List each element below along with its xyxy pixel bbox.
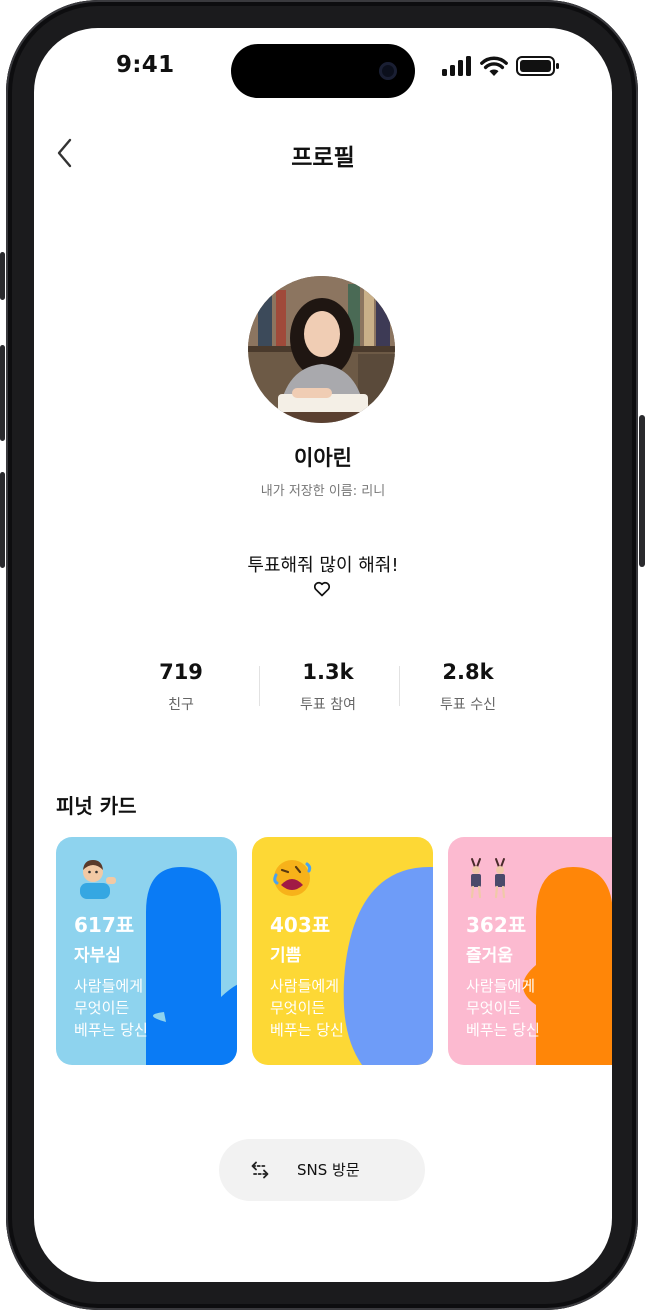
dancing-bunnies-icon bbox=[470, 858, 506, 899]
mute-switch bbox=[0, 252, 5, 300]
rolling-laughing-face-icon bbox=[273, 860, 312, 896]
card-description: 사람들에게 무엇이든 베푸는 당신 bbox=[270, 975, 344, 1041]
desc-line: 사람들에게 bbox=[270, 977, 340, 995]
battery-icon bbox=[516, 56, 559, 76]
desc-line: 베푸는 당신 bbox=[466, 1021, 540, 1039]
status-time: 9:41 bbox=[116, 52, 175, 78]
section-title-peanut-cards: 피넛 카드 bbox=[56, 794, 137, 818]
person-tipping-hand-icon bbox=[80, 860, 116, 899]
dynamic-island bbox=[231, 44, 415, 98]
status-message: 투표해줘 많이 해줘! bbox=[247, 555, 399, 576]
stat-votes-received[interactable]: 2.8k 투표 수신 bbox=[398, 660, 538, 714]
stat-value: 2.8k bbox=[442, 660, 494, 684]
card-word: 기쁨 bbox=[270, 946, 302, 966]
wifi-icon bbox=[480, 56, 508, 76]
status-icons bbox=[442, 56, 560, 76]
power-button bbox=[639, 415, 645, 567]
profile-avatar[interactable] bbox=[248, 276, 395, 423]
peanut-card[interactable]: 362표 즐거움 사람들에게 무엇이든 베푸는 당신 bbox=[448, 837, 612, 1065]
desc-line: 무엇이든 bbox=[74, 999, 130, 1017]
stat-label: 투표 수신 bbox=[440, 697, 496, 713]
peanut-card[interactable]: 617표 자부심 사람들에게 무엇이든 베푸는 당신 bbox=[56, 837, 237, 1065]
desc-line: 베푸는 당신 bbox=[74, 1021, 148, 1039]
card-word: 자부심 bbox=[74, 946, 121, 966]
desc-line: 무엇이든 bbox=[270, 999, 326, 1017]
card-word: 즐거움 bbox=[466, 946, 513, 966]
stat-label: 친구 bbox=[168, 697, 194, 713]
volume-down-button bbox=[0, 472, 5, 568]
stat-value: 719 bbox=[159, 660, 203, 684]
sns-visit-label: SNS 방문 bbox=[297, 1161, 360, 1179]
desc-line: 사람들에게 bbox=[74, 977, 144, 995]
card-description: 사람들에게 무엇이든 베푸는 당신 bbox=[74, 975, 148, 1041]
desc-line: 사람들에게 bbox=[466, 977, 536, 995]
saved-name-label: 내가 저장한 이름: 리니 bbox=[260, 484, 386, 499]
card-votes: 362표 bbox=[466, 913, 527, 937]
card-votes: 403표 bbox=[270, 913, 331, 937]
volume-up-button bbox=[0, 345, 5, 441]
cellular-signal-icon bbox=[442, 56, 471, 76]
swap-arrows-icon bbox=[251, 1161, 269, 1179]
profile-name: 이아린 bbox=[294, 446, 352, 470]
camera-icon bbox=[379, 62, 397, 80]
desc-line: 베푸는 당신 bbox=[270, 1021, 344, 1039]
card-description: 사람들에게 무엇이든 베푸는 당신 bbox=[466, 975, 540, 1041]
sns-visit-button[interactable]: SNS 방문 bbox=[219, 1139, 425, 1201]
card-votes: 617표 bbox=[74, 913, 135, 937]
stat-vote-participation[interactable]: 1.3k 투표 참여 bbox=[258, 660, 398, 714]
heart-icon[interactable] bbox=[313, 580, 331, 598]
desc-line: 무엇이든 bbox=[466, 999, 522, 1017]
screen: 9:41 프로필 이아린 내가 저장한 이름: 리니 투표해줘 많이 해줘! 7… bbox=[34, 28, 612, 1282]
stat-label: 투표 참여 bbox=[300, 697, 356, 713]
stat-friends[interactable]: 719 친구 bbox=[111, 660, 251, 714]
peanut-card[interactable]: 403표 기쁨 사람들에게 무엇이든 베푸는 당신 bbox=[252, 837, 433, 1065]
stat-value: 1.3k bbox=[302, 660, 354, 684]
page-title: 프로필 bbox=[291, 145, 355, 171]
